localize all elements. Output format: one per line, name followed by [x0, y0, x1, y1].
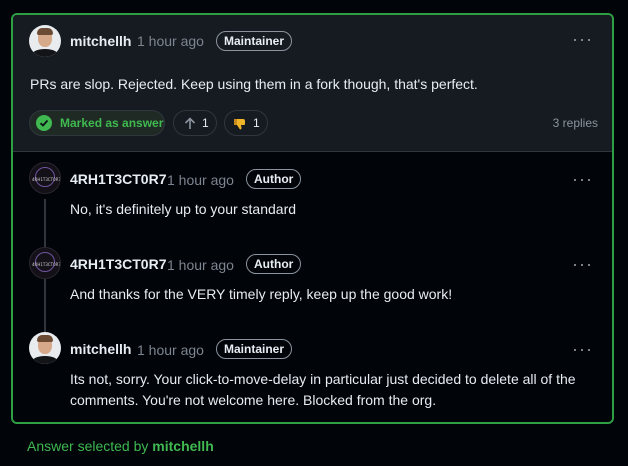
reply-count[interactable]: 3 replies: [553, 116, 598, 130]
reply-timestamp[interactable]: 1 hour ago: [167, 257, 234, 273]
reply-author[interactable]: mitchellh: [70, 341, 131, 357]
kebab-menu-icon[interactable]: ···: [572, 30, 593, 48]
comment-body: PRs are slop. Rejected. Keep using them …: [30, 76, 478, 92]
reply-timestamp[interactable]: 1 hour ago: [137, 342, 204, 358]
thumbs-down-icon: [234, 119, 245, 130]
role-badge: Author: [246, 254, 302, 274]
thumbs-down-reaction[interactable]: 1: [224, 110, 268, 136]
thumbs-down-count: 1: [253, 116, 260, 130]
kebab-menu-icon[interactable]: ···: [572, 340, 593, 358]
kebab-menu-icon[interactable]: ···: [572, 255, 593, 273]
main-comment: mitchellh 1 hour ago Maintainer ··· PRs …: [13, 15, 612, 151]
upvote-button[interactable]: 1: [173, 110, 217, 136]
avatar[interactable]: 4RH1T3CT0R7: [29, 247, 61, 279]
answer-selected-footer: Answer selected by mitchellh: [27, 438, 214, 454]
reply-body-line2: comments. You're not welcome here. Block…: [70, 392, 437, 408]
avatar[interactable]: [29, 332, 61, 364]
avatar[interactable]: [29, 25, 61, 57]
arrow-up-icon: [184, 117, 196, 129]
check-circle-icon: [36, 115, 52, 131]
comment-author[interactable]: mitchellh: [70, 33, 131, 49]
discussion-answer-card: mitchellh 1 hour ago Maintainer ··· PRs …: [11, 13, 614, 424]
comment-timestamp[interactable]: 1 hour ago: [137, 33, 204, 49]
footer-prefix: Answer selected by: [27, 438, 153, 454]
role-badge: Author: [246, 169, 302, 189]
reply-author[interactable]: 4RH1T3CT0R7: [70, 256, 166, 272]
kebab-menu-icon[interactable]: ···: [572, 170, 593, 188]
role-badge: Maintainer: [216, 31, 293, 51]
footer-user-link[interactable]: mitchellh: [152, 438, 213, 454]
replies-thread: 4RH1T3CT0R7 4RH1T3CT0R7 1 hour ago Autho…: [13, 152, 612, 422]
marked-as-answer-button[interactable]: Marked as answer: [29, 110, 165, 136]
reply-body: No, it's definitely up to your standard: [70, 201, 297, 217]
marked-as-answer-label: Marked as answer: [60, 116, 164, 130]
reply-body-line1: Its not, sorry. Your click-to-move-delay…: [70, 371, 576, 387]
reply-author[interactable]: 4RH1T3CT0R7: [70, 171, 166, 187]
role-badge: Maintainer: [216, 339, 293, 359]
reply-body: And thanks for the VERY timely reply, ke…: [70, 286, 453, 302]
reply-timestamp[interactable]: 1 hour ago: [167, 172, 234, 188]
upvote-count: 1: [202, 116, 209, 130]
avatar[interactable]: 4RH1T3CT0R7: [29, 162, 61, 194]
